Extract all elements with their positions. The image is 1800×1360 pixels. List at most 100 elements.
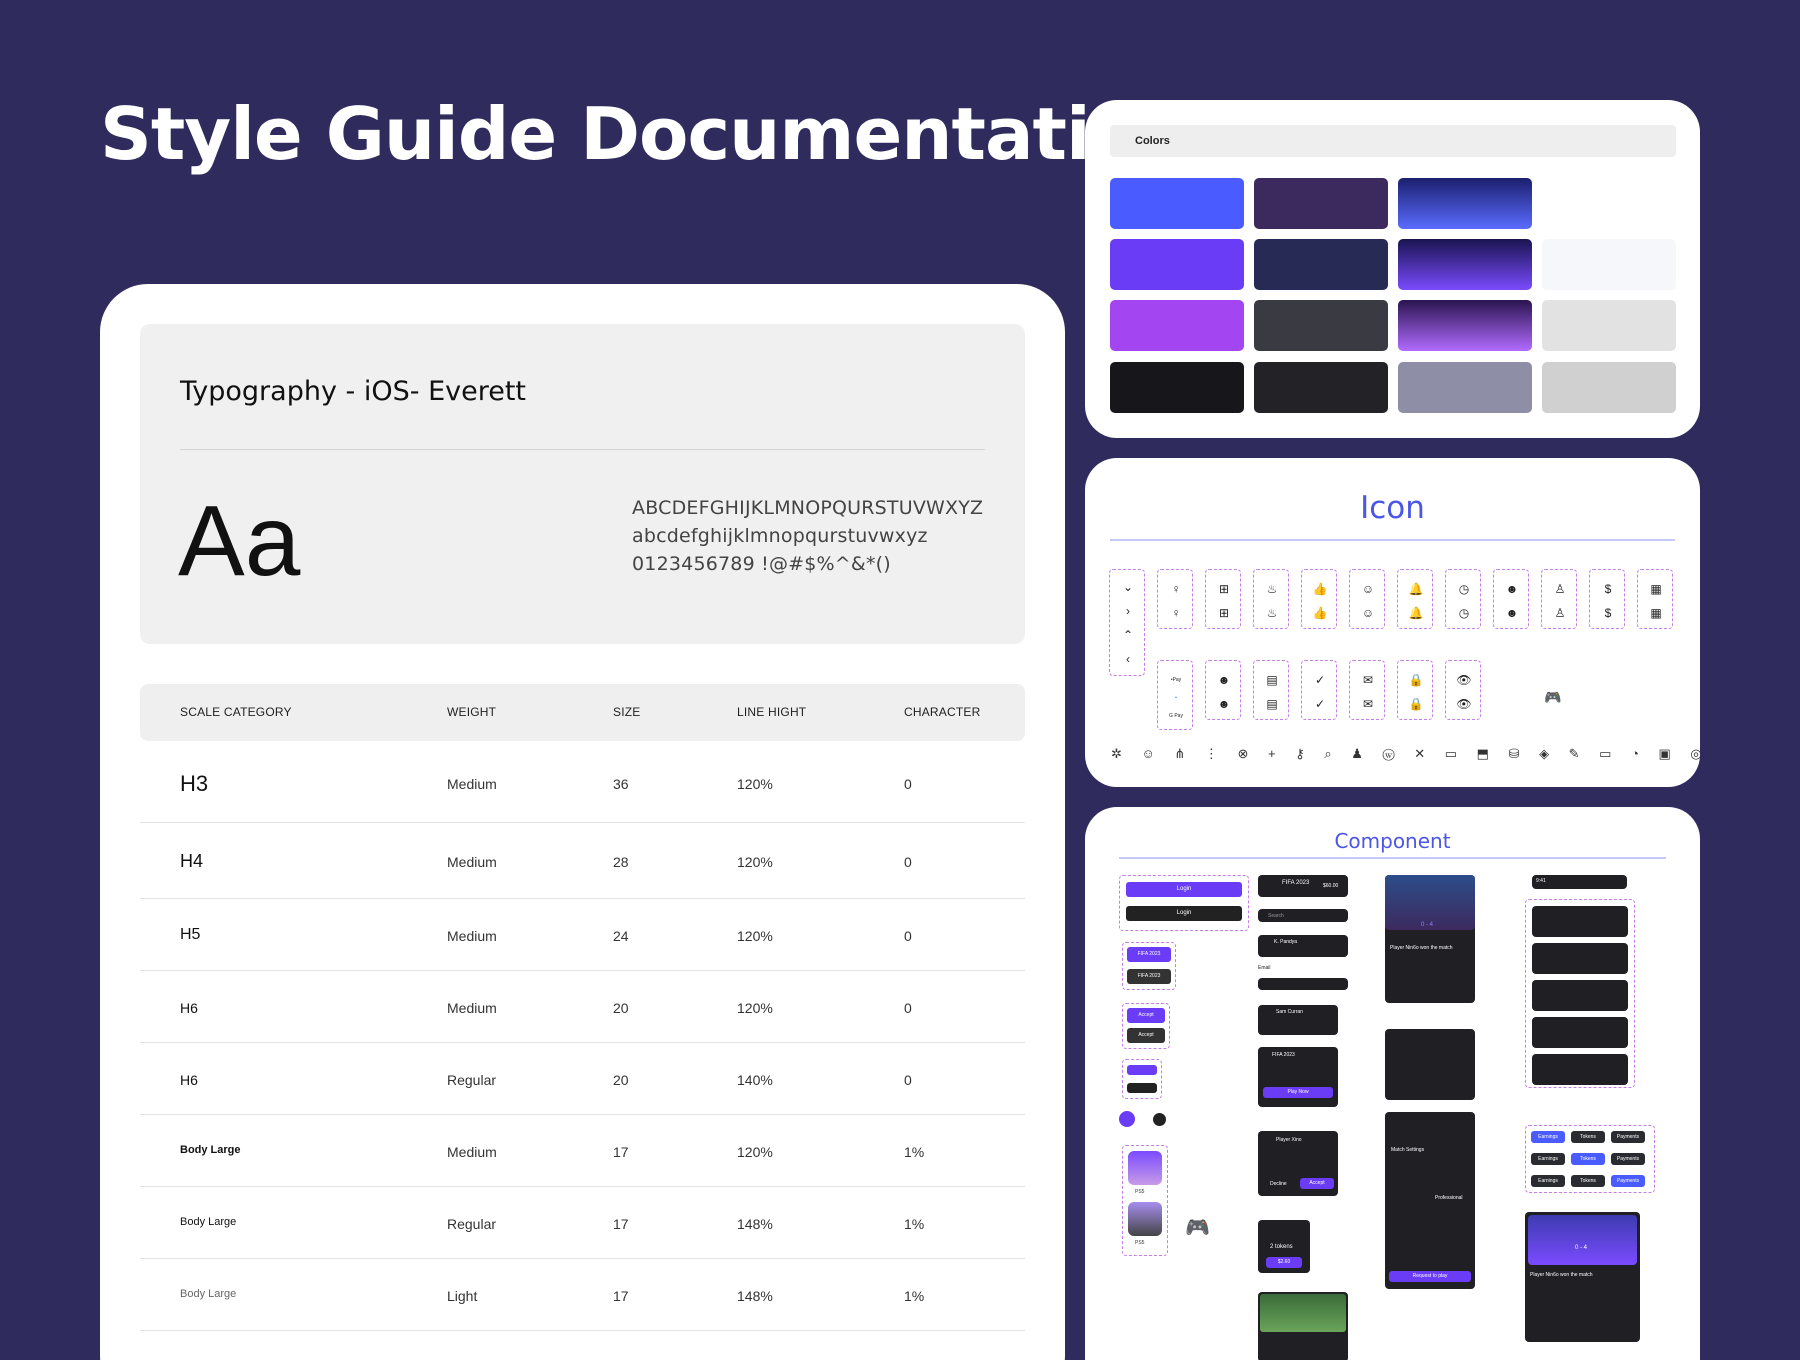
outline-icon: ▦ [1650, 606, 1662, 620]
tab-bar[interactable] [1532, 1054, 1628, 1085]
message-card[interactable]: Sam Curran [1258, 1005, 1338, 1035]
play-now-button[interactable]: Play Now [1263, 1087, 1333, 1098]
icon-pair: ♀ ♀ [1157, 569, 1193, 629]
outline-icon: ▤ [1266, 697, 1278, 711]
email-field[interactable] [1258, 978, 1348, 990]
icon-pair: ☻ ☻ [1205, 660, 1241, 720]
outline-icon: 🔒 [1408, 697, 1424, 711]
scale-size: 20 [613, 1000, 629, 1016]
scale-line-height: 120% [737, 1000, 773, 1016]
segmented-control-set: Earnings Tokens Payments Earnings Tokens… [1525, 1125, 1655, 1193]
accept-button-dark[interactable]: Accept [1127, 1028, 1165, 1043]
filled-icon: 👁 [1456, 673, 1472, 687]
colors-label: Colors [1135, 135, 1170, 147]
invite-card: Player Xino Decline Accept [1258, 1131, 1338, 1196]
color-swatch [1254, 362, 1388, 413]
outline-icon: 👍 [1312, 606, 1328, 620]
payments-tab[interactable]: Payments [1611, 1153, 1645, 1165]
tokens-tab[interactable]: Tokens [1571, 1131, 1605, 1143]
colors-card: Colors [1085, 100, 1700, 438]
chip-set: FIFA 2023 FIFA 2023 [1122, 942, 1176, 990]
scale-character: 1% [904, 1144, 925, 1160]
payments-tab[interactable]: Payments [1611, 1175, 1645, 1187]
buy-token-button[interactable]: $2.60 [1266, 1257, 1302, 1268]
filled-icon: ▦ [1650, 582, 1662, 596]
next-icon[interactable] [1119, 1111, 1135, 1127]
divider [180, 449, 985, 450]
fifa-chip-dark[interactable]: FIFA 2023 [1127, 969, 1171, 984]
gamepad-icon: 🎮 [1185, 1217, 1210, 1239]
login-button[interactable]: Login [1126, 882, 1242, 897]
divider [1110, 539, 1675, 541]
outline-icon: ♨ [1266, 606, 1278, 620]
chevron-right-icon: › [1126, 604, 1130, 618]
outline-icon: ♙ [1554, 606, 1566, 620]
tab-bar[interactable] [1532, 943, 1628, 974]
stadium-image [1260, 1294, 1346, 1332]
tokens-tab[interactable]: Tokens [1571, 1153, 1605, 1165]
icon-pair: ☻ ☻ [1493, 569, 1529, 629]
numbers-set: 0123456789 !@#$%^&*() [632, 553, 891, 575]
filled-icon: ♨ [1266, 582, 1278, 596]
earnings-tab[interactable]: Earnings [1531, 1131, 1565, 1143]
outline-icon: $ [1604, 606, 1612, 620]
game-header: FIFA 2023 $60.00 [1258, 875, 1348, 897]
filled-icon: ▤ [1266, 673, 1278, 687]
scale-name: H4 [180, 851, 204, 871]
icon-pair: 👍 👍 [1301, 569, 1337, 629]
request-to-play-button[interactable]: Request to play [1389, 1271, 1471, 1282]
ps5-label: PS5 [1135, 1240, 1145, 1246]
tab-bar[interactable] [1532, 1017, 1628, 1048]
col-scale-category: SCALE CATEGORY [180, 705, 292, 719]
filled-icon: ♀ [1171, 582, 1181, 596]
accept-button[interactable]: Accept [1127, 1008, 1165, 1023]
earnings-tab[interactable]: Earnings [1531, 1153, 1565, 1165]
tab-bar[interactable] [1532, 906, 1628, 937]
earnings-tab[interactable]: Earnings [1531, 1175, 1565, 1187]
table-row: H4 Medium 28 120% 0 [140, 823, 1025, 899]
scale-line-height: 120% [737, 928, 773, 944]
search-placeholder: Search [1268, 913, 1284, 919]
color-swatch [1398, 300, 1532, 351]
color-swatch [1542, 239, 1676, 290]
icon-pair: 👁 👁 [1445, 660, 1481, 720]
col-line-height: LINE HIGHT [737, 705, 807, 719]
view-button-dark[interactable] [1127, 1083, 1157, 1093]
outline-icon: ☺ [1361, 606, 1375, 620]
table-row: Body Large Medium 17 120% 1% [140, 1115, 1025, 1187]
result-banner [1528, 1215, 1637, 1265]
scale-line-height: 120% [737, 1144, 773, 1160]
view-button[interactable] [1127, 1065, 1157, 1075]
scale-size: 28 [613, 854, 629, 870]
console-card-set: PS5 PS5 [1122, 1145, 1168, 1256]
player-row[interactable]: K. Pandya [1258, 935, 1348, 957]
fifa-chip[interactable]: FIFA 2023 [1127, 947, 1171, 962]
outline-icon: ⊞ [1218, 606, 1230, 620]
filled-icon: ◷ [1458, 582, 1470, 596]
login-button-dark[interactable]: Login [1126, 906, 1242, 921]
payments-tab[interactable]: Payments [1611, 1131, 1645, 1143]
color-swatch [1398, 178, 1532, 229]
decline-button[interactable]: Decline [1270, 1181, 1287, 1187]
table-row: H6 Regular 20 140% 0 [140, 1043, 1025, 1115]
scale-weight: Medium [447, 854, 497, 870]
accept-button[interactable]: Accept [1300, 1178, 1334, 1189]
scale-weight: Medium [447, 776, 497, 792]
scale-character: 0 [904, 776, 912, 792]
typography-header: Typography - iOS- Everett Aa ABCDEFGHIJK… [140, 324, 1025, 644]
icon-pair: ▦ ▦ [1637, 569, 1673, 629]
divider [1119, 857, 1666, 859]
scale-name: H3 [180, 771, 209, 796]
filled-icon: 🔒 [1408, 673, 1424, 687]
chevron-up-icon: ⌃ [1122, 628, 1134, 642]
tab-bar[interactable] [1532, 980, 1628, 1011]
game-title: FIFA 2023 [1282, 880, 1310, 886]
match-card: 0 - 4 Player Nin6o won the match [1385, 875, 1475, 1003]
search-input[interactable]: Search [1258, 909, 1348, 922]
tokens-tab[interactable]: Tokens [1571, 1175, 1605, 1187]
gamepad-icon: 🎮 [1544, 689, 1562, 705]
component-card: Component Login Login FIFA 2023 FIFA 202… [1085, 807, 1700, 1360]
icon-pair: ♙ ♙ [1541, 569, 1577, 629]
back-icon[interactable] [1153, 1113, 1166, 1126]
color-swatch [1398, 239, 1532, 290]
